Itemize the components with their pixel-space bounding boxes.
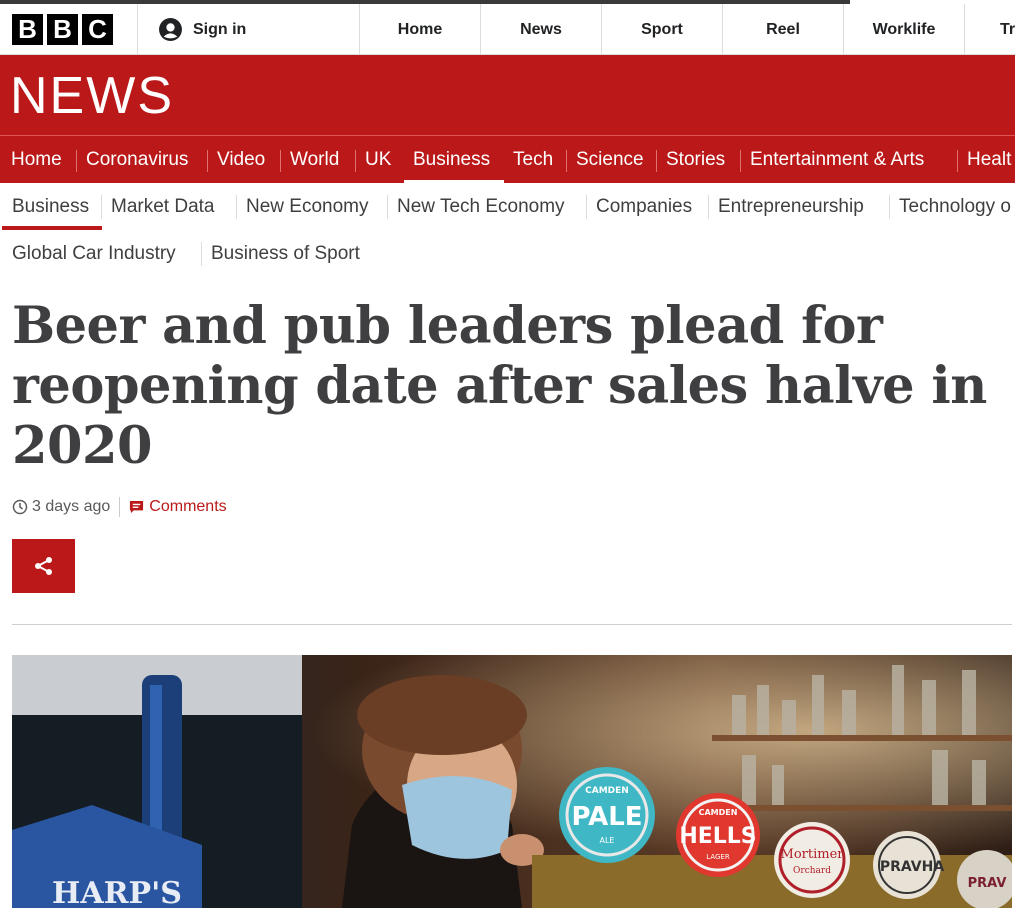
global-top-bar: B B C Sign in Home News Sport Reel Workl… [0, 4, 1015, 55]
tap-label: ALE [600, 836, 615, 845]
sign-in-label: Sign in [193, 20, 247, 38]
article-meta: 3 days ago Comments [12, 497, 227, 517]
subnav-market-data[interactable]: Market Data [111, 183, 214, 230]
article-timestamp: 3 days ago [12, 498, 110, 516]
news-banner: NEWS [0, 55, 1015, 135]
divider [201, 242, 202, 266]
divider [207, 150, 208, 172]
bbc-logo[interactable]: B B C [12, 14, 113, 45]
sign-text: HARP'S [52, 876, 182, 908]
divider [280, 150, 281, 172]
topnav-home[interactable]: Home [360, 4, 480, 55]
tap-label: Mortimer [781, 847, 845, 862]
topnav-travel[interactable]: Tr [1000, 4, 1015, 55]
bbc-logo-letter: B [47, 14, 78, 45]
pub-bar-photo: HARP'S CAMDEN PALE ALE CAMDEN HELLS LAGE… [12, 655, 1012, 908]
divider [656, 150, 657, 172]
comment-icon [130, 500, 144, 513]
divider [740, 150, 741, 172]
content-divider [12, 624, 1012, 625]
section-health[interactable]: Healt [967, 136, 1011, 183]
tap-label: PRAV [968, 876, 1007, 891]
tap-label: CAMDEN [585, 786, 629, 796]
divider [964, 4, 965, 55]
section-business[interactable]: Business [413, 136, 490, 183]
topnav-worklife[interactable]: Worklife [844, 4, 964, 55]
divider [566, 150, 567, 172]
subnav-new-tech-economy[interactable]: New Tech Economy [397, 183, 565, 230]
topnav-news[interactable]: News [481, 4, 601, 55]
sub-nav-row-1: Business Market Data New Economy New Tec… [0, 183, 1015, 230]
section-world[interactable]: World [290, 136, 339, 183]
comments-link[interactable]: Comments [129, 498, 227, 516]
section-video[interactable]: Video [217, 136, 265, 183]
tap-label: LAGER [706, 853, 730, 861]
bbc-logo-letter: C [82, 14, 113, 45]
divider [76, 150, 77, 172]
section-uk[interactable]: UK [365, 136, 391, 183]
article-photo: HARP'S CAMDEN PALE ALE CAMDEN HELLS LAGE… [12, 655, 1012, 908]
divider [355, 150, 356, 172]
share-button[interactable] [12, 539, 75, 593]
subnav-business[interactable]: Business [12, 183, 89, 230]
section-entertainment-arts[interactable]: Entertainment & Arts [750, 136, 924, 183]
divider [889, 195, 890, 219]
timestamp-text: 3 days ago [32, 498, 111, 515]
divider [586, 195, 587, 219]
bbc-logo-letter: B [12, 14, 43, 45]
subnav-entrepreneurship[interactable]: Entrepreneurship [718, 183, 864, 230]
section-coronavirus[interactable]: Coronavirus [86, 136, 188, 183]
share-icon [34, 557, 52, 575]
divider [236, 195, 237, 219]
user-account-icon [159, 18, 182, 41]
section-science[interactable]: Science [576, 136, 644, 183]
subnav-global-car-industry[interactable]: Global Car Industry [12, 230, 176, 277]
sign-in-link[interactable]: Sign in [158, 17, 246, 42]
topnav-sport[interactable]: Sport [602, 4, 722, 55]
tap-label: HELLS [679, 824, 756, 849]
section-nav: Home Coronavirus Video World UK Business… [0, 135, 1015, 183]
divider [119, 497, 121, 517]
comments-label: Comments [149, 498, 227, 515]
sub-nav-row-2: Global Car Industry Business of Sport [0, 230, 1015, 277]
subnav-business-of-sport[interactable]: Business of Sport [211, 230, 360, 277]
clock-icon [12, 499, 28, 515]
section-home[interactable]: Home [11, 136, 62, 183]
tap-label: CAMDEN [699, 808, 738, 817]
tap-label: PALE [571, 802, 642, 832]
divider [957, 150, 958, 172]
divider [137, 4, 138, 55]
section-tech[interactable]: Tech [513, 136, 553, 183]
section-stories[interactable]: Stories [666, 136, 725, 183]
subnav-technology[interactable]: Technology o [899, 183, 1011, 230]
news-wordmark[interactable]: NEWS [10, 65, 174, 127]
subnav-companies[interactable]: Companies [596, 183, 692, 230]
topnav-reel[interactable]: Reel [723, 4, 843, 55]
tap-label: PRAVHA [880, 859, 944, 875]
subnav-new-economy[interactable]: New Economy [246, 183, 369, 230]
divider [708, 195, 709, 219]
article-headline: Beer and pub leaders plead for reopening… [12, 296, 987, 476]
divider [387, 195, 388, 219]
tap-label: Orchard [793, 866, 831, 876]
divider [101, 195, 102, 219]
